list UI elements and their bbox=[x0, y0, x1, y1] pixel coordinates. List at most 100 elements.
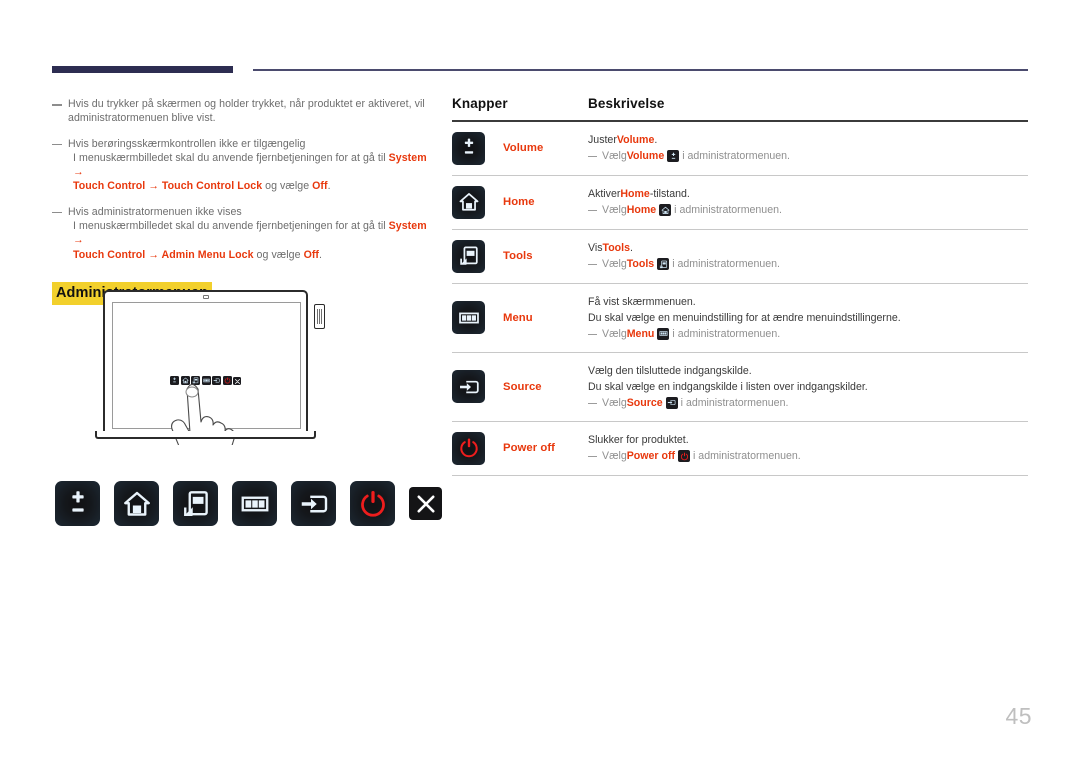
description-text: Få vist skærmmenuen. bbox=[588, 295, 696, 308]
description-text: Vis bbox=[588, 242, 603, 255]
note-text: administratormenuen blive vist. bbox=[68, 112, 216, 125]
description-line: Vælg Home i administratormenuen. bbox=[588, 202, 1028, 218]
description-emphasis: Tools bbox=[602, 242, 630, 255]
description-text: . bbox=[654, 134, 658, 147]
note-emphasis: System bbox=[388, 151, 427, 164]
row-description-cell: Juster Volume. Vælg Volume i administrator… bbox=[588, 132, 1028, 164]
header-accent-bar bbox=[52, 66, 233, 73]
description-emphasis: Home bbox=[620, 188, 650, 201]
note-emphasis: → bbox=[145, 180, 162, 193]
description-text: Vælg bbox=[602, 258, 627, 271]
table-row: Volume Juster Volume. Vælg Volume i adminis… bbox=[452, 122, 1028, 175]
description-text: -tilstand. bbox=[649, 188, 690, 201]
description-emphasis: Source bbox=[626, 396, 663, 409]
button-description-table: Knapper Beskrivelse Volume Juster Volume.… bbox=[452, 96, 1028, 476]
description-line: Vælg Volume i administratormenuen. bbox=[588, 148, 1028, 164]
row-icon-cell bbox=[452, 239, 503, 273]
table-row: Menu Få vist skærmmenuen. Du skal vælge en… bbox=[452, 284, 1028, 352]
description-text: Vælg bbox=[602, 450, 627, 463]
row-icon-cell bbox=[452, 131, 503, 165]
source-icon bbox=[459, 380, 479, 393]
power-off-button[interactable] bbox=[350, 481, 395, 526]
home-button[interactable] bbox=[114, 481, 159, 526]
row-button-name: Home bbox=[503, 196, 535, 209]
row-button-name: Tools bbox=[503, 250, 533, 263]
note-emphasis: Off bbox=[312, 180, 328, 193]
camera-icon bbox=[202, 295, 209, 299]
left-notes-column: Hvis du trykker på skærmen og holder try… bbox=[52, 97, 434, 305]
description-text: i administratormenuen. bbox=[680, 396, 789, 409]
note-emphasis: → bbox=[145, 248, 162, 261]
menu-button[interactable] bbox=[232, 481, 277, 526]
power-off-key[interactable] bbox=[452, 431, 485, 465]
inline-menu-icon bbox=[657, 327, 670, 340]
row-icon-cell bbox=[452, 185, 503, 219]
note-text: I menuskærmbilledet skal du anvende fjer… bbox=[73, 220, 389, 233]
note-emphasis: System bbox=[388, 220, 427, 233]
power-off-icon bbox=[459, 438, 478, 458]
description-text: i administratormenuen. bbox=[693, 450, 801, 463]
note-line: Touch Control → Touch Control Lock og væ… bbox=[68, 179, 434, 193]
row-button-name: Power off bbox=[503, 442, 555, 455]
source-icon bbox=[301, 495, 327, 512]
volume-button[interactable] bbox=[55, 481, 100, 526]
description-emphasis: Power off bbox=[626, 450, 675, 463]
description-line: Vælg den tilsluttede indgangskilde. bbox=[588, 363, 1028, 379]
note-item: Hvis administratormenuen ikke vises I men… bbox=[52, 205, 434, 262]
row-description-cell: Få vist skærmmenuen. Du skal vælge en men… bbox=[588, 294, 1028, 342]
note-line: I menuskærmbilledet skal du anvende fjer… bbox=[68, 151, 434, 180]
note-text: og vælge bbox=[262, 180, 313, 193]
description-text: i administratormenuen. bbox=[672, 327, 781, 340]
tools-button[interactable] bbox=[173, 481, 218, 526]
close-button[interactable] bbox=[409, 487, 442, 520]
row-button-name: Source bbox=[503, 380, 542, 393]
home-key[interactable] bbox=[452, 185, 485, 219]
row-icon-cell bbox=[452, 431, 503, 465]
page-number: 45 bbox=[1005, 703, 1032, 729]
source-button[interactable] bbox=[291, 481, 336, 526]
description-text: Aktiver bbox=[588, 188, 621, 201]
description-line: Få vist skærmmenuen. bbox=[588, 294, 1028, 310]
volume-key[interactable] bbox=[452, 131, 485, 165]
description-text: Vælg bbox=[602, 396, 627, 409]
source-key[interactable] bbox=[452, 370, 485, 404]
row-icon-cell bbox=[452, 370, 503, 404]
row-button-name: Menu bbox=[503, 311, 533, 324]
description-text: Vælg den tilsluttede indgangskilde. bbox=[588, 364, 752, 377]
table-row: Power off Slukker for produktet. Vælg Powe… bbox=[452, 422, 1028, 475]
menu-icon bbox=[458, 312, 479, 324]
note-line: Hvis berøringsskærmkontrollen ikke er ti… bbox=[68, 137, 434, 151]
manual-page: Hvis du trykker på skærmen og holder try… bbox=[0, 0, 1080, 763]
description-line: Juster Volume. bbox=[588, 132, 1028, 148]
description-text: Vælg bbox=[602, 327, 627, 340]
tools-key[interactable] bbox=[452, 239, 485, 273]
row-icon-cell bbox=[452, 301, 503, 335]
description-line: Aktiver Home -tilstand. bbox=[588, 186, 1028, 202]
description-text: Vælg bbox=[602, 150, 627, 163]
description-line: Vælg Tools i administratormenuen. bbox=[588, 256, 1028, 272]
home-icon bbox=[459, 193, 478, 211]
note-line: I menuskærmbilledet skal du anvende fjer… bbox=[68, 219, 434, 248]
inline-home-icon bbox=[659, 204, 672, 217]
description-line: Vis Tools. bbox=[588, 240, 1028, 256]
menu-key[interactable] bbox=[452, 301, 485, 335]
description-line: Vælg Menu i administratormenuen. bbox=[588, 326, 1028, 342]
table-header-description: Beskrivelse bbox=[588, 96, 665, 111]
note-emphasis: Off bbox=[303, 248, 320, 261]
table-header-buttons: Knapper bbox=[452, 96, 508, 111]
home-icon bbox=[123, 491, 150, 516]
note-item: Hvis du trykker på skærmen og holder try… bbox=[52, 97, 434, 126]
description-text: Du skal vælge en indgangskilde i listen … bbox=[588, 380, 868, 393]
note-line: administratormenuen blive vist. bbox=[68, 111, 434, 125]
description-line: Slukker for produktet. bbox=[588, 432, 1028, 448]
note-text: og vælge bbox=[253, 248, 304, 261]
inline-tools-icon bbox=[657, 258, 670, 271]
tablet-stand-base bbox=[95, 431, 316, 439]
description-text: Slukker for produktet. bbox=[588, 434, 689, 447]
note-text: Hvis du trykker på skærmen og holder try… bbox=[68, 98, 425, 110]
row-description-cell: Aktiver Home -tilstand. Vælg Home i adminis… bbox=[588, 186, 1028, 218]
note-line: Hvis administratormenuen ikke vises bbox=[68, 205, 434, 219]
table-header-row: Knapper Beskrivelse bbox=[452, 96, 1028, 120]
close-icon bbox=[417, 495, 434, 512]
description-emphasis: Menu bbox=[626, 327, 655, 340]
